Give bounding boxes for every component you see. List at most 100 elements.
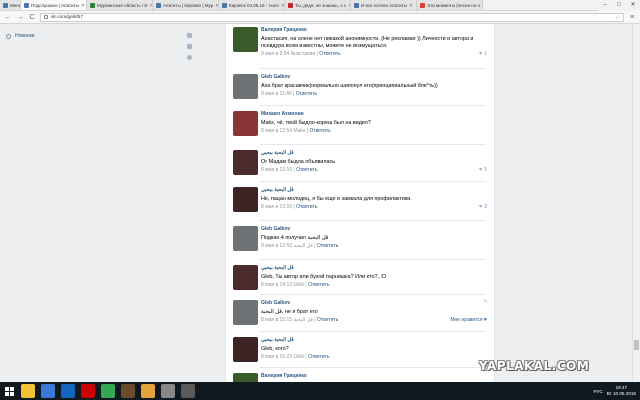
list-icon[interactable] <box>187 44 192 49</box>
comment-author[interactable]: Gleb Galkov <box>261 226 290 232</box>
menu-icon[interactable]: ≡ <box>628 14 636 21</box>
comment-author[interactable]: Валерия Гриценко <box>261 373 307 379</box>
avatar[interactable] <box>233 150 258 175</box>
browser-tab[interactable]: Меню <box>0 0 21 10</box>
game-icon[interactable] <box>121 384 135 398</box>
tab-favicon-icon <box>24 3 29 8</box>
comment-author[interactable]: Gleb Galkov <box>261 74 290 80</box>
back-icon[interactable]: ← <box>4 11 12 24</box>
reply-link[interactable]: Ответить <box>296 167 317 173</box>
comment-date[interactable]: 8 мая в 13:53 ڤل البحبة <box>261 243 313 249</box>
comment-meta: 8 мая в 13:53 ڤل البحبة | Ответить <box>261 243 339 249</box>
tab-close-icon[interactable]: ✕ <box>482 3 483 9</box>
browser-tab[interactable]: Подслушано | Апатиты ✕ <box>21 0 87 10</box>
opera-icon[interactable] <box>81 384 95 398</box>
windows-start-button[interactable] <box>0 382 18 400</box>
settings-icon[interactable] <box>161 384 175 398</box>
comment-author[interactable]: ڤل البحبة ببحبي <box>261 265 294 271</box>
reply-link[interactable]: Ответить <box>296 91 317 97</box>
tab-close-icon[interactable]: ✕ <box>409 3 413 9</box>
comment-date[interactable]: 8 мая в 14:12 Gleb <box>261 282 304 288</box>
close-icon[interactable]: ✕ <box>626 0 640 11</box>
avatar[interactable] <box>233 111 258 136</box>
comment-author[interactable]: ڤل البحبة ببحبي <box>261 150 294 156</box>
browser-tab[interactable]: Мурманская область / Е✕ <box>87 0 153 10</box>
avatar[interactable] <box>233 373 258 382</box>
delete-comment-icon[interactable]: ✕ <box>483 298 488 305</box>
taskbar: РУС 19:47 Вт 10.05.2016 <box>0 382 640 400</box>
reply-link[interactable]: Ответить <box>319 51 340 57</box>
reply-link[interactable]: Ответить <box>308 354 329 360</box>
avatar[interactable] <box>233 74 258 99</box>
avatar[interactable] <box>233 300 258 325</box>
minimize-icon[interactable]: – <box>598 0 612 11</box>
reply-link[interactable]: Ответить <box>317 243 338 249</box>
url-input[interactable]: vk.com/gelsf57 ☆ <box>40 12 624 22</box>
comment-divider <box>260 181 486 182</box>
browser-tab[interactable]: И все хотели Апатиты ✕ <box>351 0 417 10</box>
sidebar-item-label: Новинки <box>15 33 35 39</box>
comment-author[interactable]: ڤل البحبة ببحبي <box>261 337 294 343</box>
comment-author[interactable]: Gleb Galkov <box>261 300 290 306</box>
browser-tab[interactable]: Эти моменты (песни но о✕ <box>417 0 483 10</box>
store-icon[interactable] <box>41 384 55 398</box>
avatar[interactable] <box>233 337 258 362</box>
like-button[interactable]: ♥ 3 <box>479 204 487 210</box>
message-icon[interactable] <box>187 33 192 38</box>
mail-icon[interactable] <box>61 384 75 398</box>
tab-favicon-icon <box>90 3 95 8</box>
tab-label: Кировск 04.05.16 - тыло <box>229 3 279 8</box>
comment-date[interactable]: 8 мая в 12:54 Maks <box>261 128 305 134</box>
comment-date[interactable]: 8 мая в 11:46 <box>261 91 292 97</box>
reply-link[interactable]: Ответить <box>317 317 338 323</box>
scrollbar-thumb[interactable] <box>634 340 639 350</box>
file-explorer-icon[interactable] <box>21 384 35 398</box>
chrome-icon[interactable] <box>101 384 115 398</box>
comment-meta: 8 мая в 11:46 | Ответить <box>261 91 318 97</box>
reply-link[interactable]: Ответить <box>308 282 329 288</box>
comment-row: Gleb Galkov Аха брат красавчик(нормально … <box>226 68 494 108</box>
tab-favicon-icon <box>354 3 359 8</box>
comment-author[interactable]: ڤل البحبة ببحبي <box>261 187 294 193</box>
settings-icon[interactable] <box>187 55 192 60</box>
folder-icon[interactable] <box>141 384 155 398</box>
site-info-icon[interactable] <box>44 15 48 19</box>
forward-icon[interactable]: → <box>16 11 24 24</box>
bookmark-star-icon[interactable]: ☆ <box>615 14 620 21</box>
maximize-icon[interactable]: □ <box>612 0 626 11</box>
language-indicator[interactable]: РУС <box>594 389 603 394</box>
comment-author[interactable]: Михаил Ахмолин <box>261 111 304 117</box>
avatar[interactable] <box>233 226 258 251</box>
comment-date[interactable]: 8 мая в 15:15 ڤل البحبة <box>261 317 313 323</box>
reload-icon[interactable]: C <box>28 11 36 24</box>
comment-meta: 8 мая в 15:23 Gleb | Ответить <box>261 354 330 360</box>
window-controls: – □ ✕ <box>598 0 640 11</box>
like-me-button[interactable]: Мне нравится ♥ <box>450 317 487 323</box>
sidebar-item-news[interactable]: Новинки <box>6 33 35 39</box>
avatar[interactable] <box>233 265 258 290</box>
comment-text: Не, пацан молодец, я бы еще и замкала дл… <box>261 196 412 202</box>
tab-close-icon[interactable]: ✕ <box>81 3 85 9</box>
comment-date[interactable]: 8 мая в 15:23 Gleb <box>261 354 304 360</box>
comment-text: Анастасия, на олене нет никакой анонимно… <box>261 36 474 49</box>
reply-link[interactable]: Ответить <box>309 128 330 134</box>
avatar[interactable] <box>233 27 258 52</box>
comment-date[interactable]: 8 мая в 13:10 <box>261 167 292 173</box>
comment-author[interactable]: Валерия Гриценко <box>261 27 307 33</box>
media-icon[interactable] <box>181 384 195 398</box>
comment-date[interactable]: 8 мая в 13:10 <box>261 204 292 210</box>
comment-meta: 8 мая в 14:12 Gleb | Ответить <box>261 282 330 288</box>
page-scrollbar[interactable] <box>632 24 640 382</box>
avatar[interactable] <box>233 187 258 212</box>
like-button[interactable]: ♥ 1 <box>479 51 487 57</box>
browser-tab[interactable]: Апатиты | Кировск | Мур✕ <box>153 0 219 10</box>
comment-date[interactable]: 8 мая в 9:54 Анастасии <box>261 51 315 57</box>
reply-link[interactable]: Ответить <box>296 204 317 210</box>
clock[interactable]: 19:47 Вт 10.05.2016 <box>607 385 636 397</box>
comment-text: Ог Мадам быдла объявилась <box>261 159 336 165</box>
browser-tab[interactable]: Кировск 04.05.16 - тыло ✕ <box>219 0 285 10</box>
url-text: vk.com/gelsf57 <box>51 14 83 20</box>
like-button[interactable]: ♥ 1 <box>479 167 487 173</box>
browser-tab[interactable]: Ты, дядя, не знаешь, о с✕ <box>285 0 351 10</box>
comment-text: Maks, чё, твой быдло-кореш был на видео? <box>261 120 371 126</box>
